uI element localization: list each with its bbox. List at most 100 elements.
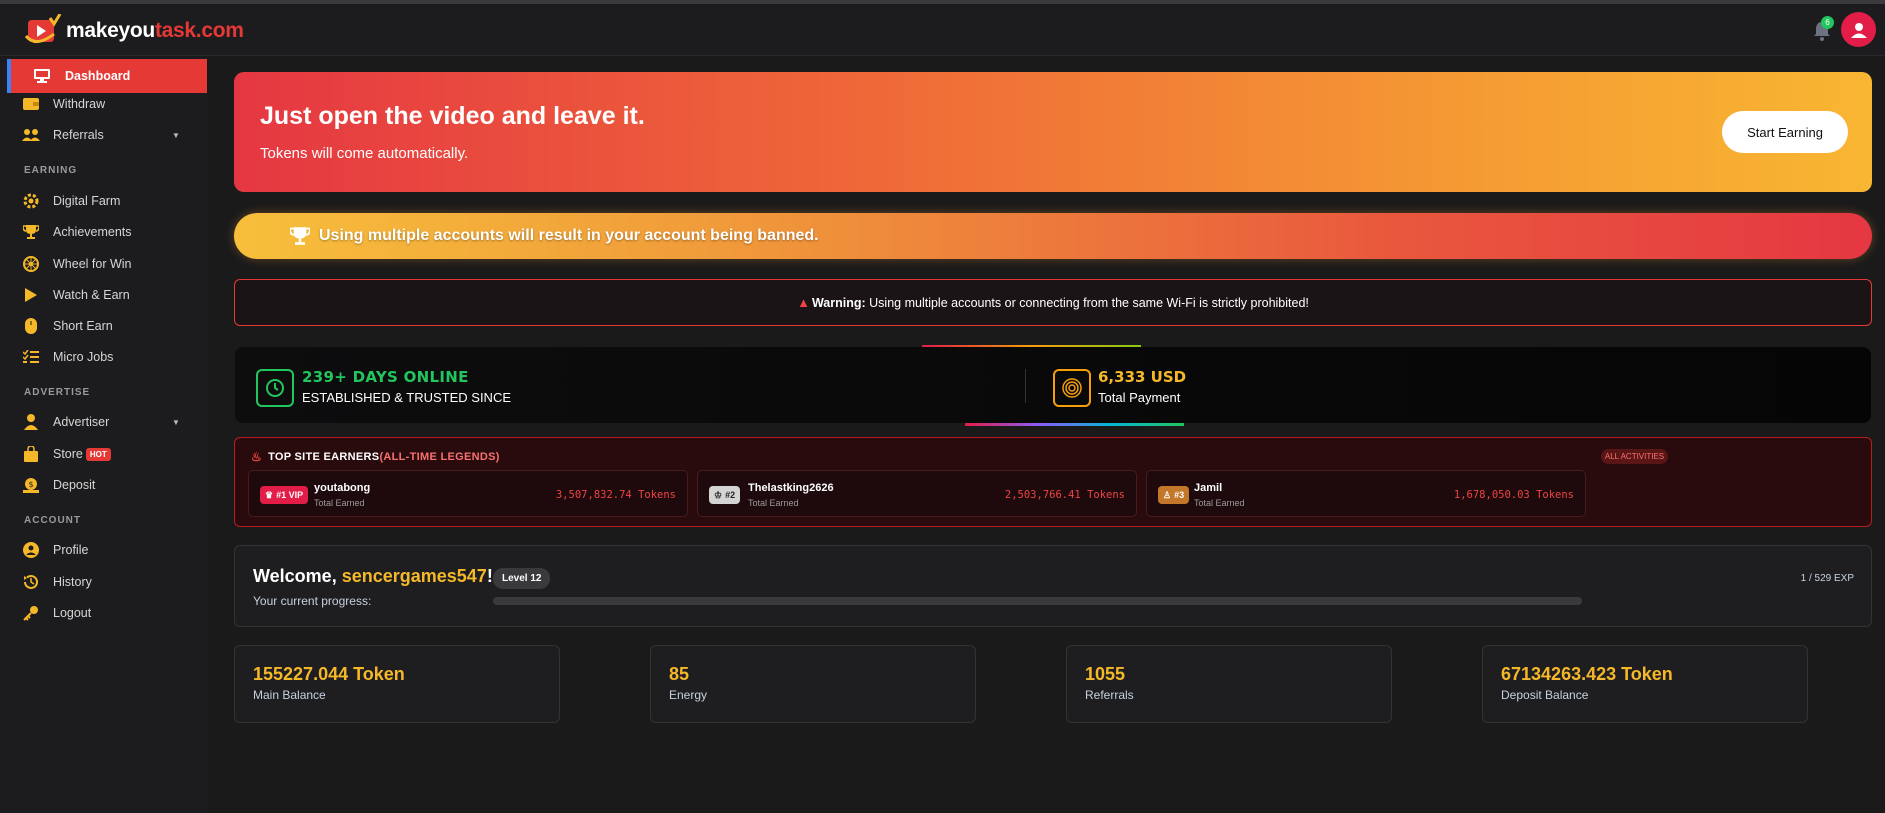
chevron-down-icon[interactable]: ▼	[172, 131, 180, 140]
warning-box: ▲ Warning: Using multiple accounts or con…	[234, 279, 1872, 326]
main-content: Just open the video and leave it. Tokens…	[207, 57, 1885, 813]
sidebar-item-label: Profile	[53, 543, 89, 557]
deposit-icon: $	[22, 476, 40, 494]
start-earning-button[interactable]: Start Earning	[1722, 111, 1848, 153]
section-account: ACCOUNT	[24, 515, 81, 526]
sidebar: Dashboard Withdraw Referrals ▼ EARNING D…	[0, 57, 207, 813]
earner-name: youtabong	[314, 482, 371, 494]
earner-sub: Total Earned	[314, 498, 365, 508]
sidebar-item-short-earn[interactable]: Short Earn	[0, 309, 207, 343]
card-label: Deposit Balance	[1501, 688, 1589, 702]
hero-banner: Just open the video and leave it. Tokens…	[234, 72, 1872, 192]
earner-name: Thelastking2626	[748, 482, 834, 494]
card-value: 155227.044 Token	[253, 664, 405, 684]
sidebar-item-withdraw[interactable]: Withdraw	[0, 87, 207, 121]
card-value: 67134263.423 Token	[1501, 664, 1673, 684]
section-advertise: ADVERTISE	[24, 387, 91, 398]
logo-text-main: makeyou	[66, 19, 155, 42]
section-earning: EARNING	[24, 165, 78, 176]
warning-text: Using multiple accounts or connecting fr…	[865, 296, 1309, 310]
user-circle-icon	[22, 541, 40, 559]
earner-amount: 3,507,832.74 Tokens	[555, 489, 676, 501]
history-icon	[22, 573, 40, 591]
sidebar-item-history[interactable]: History	[0, 565, 207, 599]
welcome-title: Welcome, sencergames547!	[253, 566, 493, 587]
list-icon	[22, 348, 40, 366]
crown-icon: ♛	[265, 489, 274, 500]
energy-card: 85 Energy	[650, 645, 976, 723]
rank-badge: ♛ #1 VIP	[260, 486, 309, 504]
stats-divider	[1025, 369, 1026, 403]
svg-text:$: $	[28, 480, 33, 489]
hero-title: Just open the video and leave it.	[260, 102, 645, 130]
avatar[interactable]	[1841, 12, 1876, 47]
earner-amount: 2,503,766.41 Tokens	[1004, 489, 1125, 501]
earner-card: ♙ #3 Jamil Total Earned 1,678,050.03 Toke…	[1146, 470, 1586, 517]
bag-icon	[22, 445, 40, 463]
days-online-sub: ESTABLISHED & TRUSTED SINCE	[302, 390, 512, 405]
rank-text: #3	[1174, 490, 1185, 500]
sidebar-item-store[interactable]: Store HOT	[0, 437, 207, 471]
sidebar-item-micro-jobs[interactable]: Micro Jobs	[0, 340, 207, 374]
progress-bar	[493, 597, 1582, 605]
all-activities-link[interactable]: ALL ACTIVITIES	[1601, 449, 1668, 464]
wheel-icon	[22, 255, 40, 273]
fire-icon: ♨	[251, 450, 263, 464]
welcome-subtitle: Your current progress:	[253, 594, 372, 608]
mouse-icon	[22, 317, 40, 335]
award-icon: ♙	[1163, 489, 1172, 500]
sidebar-item-wheel-for-win[interactable]: Wheel for Win	[0, 247, 207, 281]
earner-sub: Total Earned	[748, 498, 799, 508]
main-balance-card: 155227.044 Token Main Balance	[234, 645, 560, 723]
warning-icon: ▲	[797, 295, 810, 310]
play-icon	[22, 286, 40, 304]
rank-text: #2	[725, 490, 736, 500]
welcome-suffix: !	[486, 566, 493, 586]
top-earners-title-accent: (ALL-TIME LEGENDS)	[379, 451, 500, 463]
sidebar-item-label: Achievements	[53, 225, 132, 239]
sidebar-item-label: Dashboard	[65, 69, 131, 83]
sidebar-item-digital-farm[interactable]: Digital Farm	[0, 184, 207, 218]
sidebar-item-profile[interactable]: Profile	[0, 533, 207, 567]
sidebar-item-logout[interactable]: Logout	[0, 596, 207, 630]
sidebar-item-referrals[interactable]: Referrals ▼	[0, 118, 207, 152]
stats-accent-bottom	[965, 423, 1184, 426]
clock-icon	[256, 369, 294, 407]
card-value: 1055	[1085, 664, 1126, 684]
sidebar-item-label: Digital Farm	[53, 194, 121, 208]
sidebar-item-label: Logout	[53, 606, 92, 620]
sidebar-item-watch-earn[interactable]: Watch & Earn	[0, 278, 207, 312]
sidebar-item-advertiser[interactable]: Advertiser ▼	[0, 405, 207, 439]
warning-label: Warning:	[811, 296, 866, 310]
rank-badge: ♔ #2	[709, 486, 741, 504]
sidebar-item-deposit[interactable]: $ Deposit	[0, 468, 207, 502]
chevron-down-icon[interactable]: ▼	[172, 418, 180, 427]
total-payment: 6,333 USD	[1098, 368, 1187, 386]
sidebar-item-label: Wheel for Win	[53, 257, 132, 271]
ban-notice-text: Using multiple accounts will result in y…	[319, 227, 819, 244]
sidebar-item-label: Advertiser	[53, 415, 110, 429]
sidebar-item-label: Deposit	[53, 478, 96, 492]
key-icon	[22, 604, 40, 622]
sidebar-item-label: Store HOT	[53, 447, 111, 462]
sidebar-item-label: History	[53, 575, 92, 589]
site-logo[interactable]: makeyoutask.com	[24, 13, 244, 48]
card-label: Main Balance	[253, 688, 326, 702]
logo-text-accent: task.com	[154, 19, 244, 42]
gear-icon	[22, 192, 40, 210]
top-earners-panel: ♨ TOP SITE EARNERS (ALL-TIME LEGENDS) AL…	[234, 437, 1872, 527]
days-online: 239+ DAYS ONLINE	[302, 368, 469, 386]
welcome-panel: Welcome, sencergames547! Your current pr…	[234, 545, 1872, 627]
sidebar-item-label: Micro Jobs	[53, 350, 114, 364]
fingerprint-icon	[1053, 369, 1091, 407]
sidebar-item-achievements[interactable]: Achievements	[0, 215, 207, 249]
stats-panel: 239+ DAYS ONLINE ESTABLISHED & TRUSTED S…	[235, 347, 1871, 423]
earner-sub: Total Earned	[1194, 498, 1245, 508]
welcome-username: sencergames547	[341, 566, 487, 586]
rank-badge: ♙ #3	[1158, 486, 1190, 504]
medal-icon: ♔	[714, 489, 723, 500]
earner-name: Jamil	[1194, 482, 1223, 494]
earner-card: ♔ #2 Thelastking2626 Total Earned 2,503,7…	[697, 470, 1137, 517]
sidebar-item-label: Withdraw	[53, 97, 106, 111]
sidebar-item-label: Referrals	[53, 128, 104, 142]
